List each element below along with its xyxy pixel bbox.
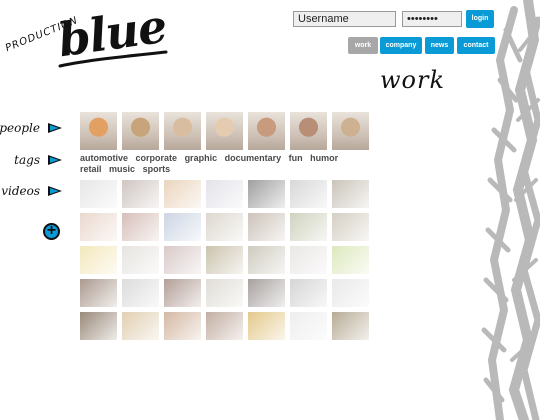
video-thumbnail[interactable]: [164, 180, 201, 208]
video-thumbnail[interactable]: [248, 279, 285, 307]
arrow-right-icon: [48, 155, 62, 165]
video-thumbnail[interactable]: [290, 246, 327, 274]
video-thumbnail[interactable]: [164, 279, 201, 307]
video-thumbnail[interactable]: [164, 213, 201, 241]
username-field[interactable]: [293, 11, 396, 27]
video-thumbnail[interactable]: [248, 180, 285, 208]
tag-link[interactable]: music: [109, 164, 135, 174]
tag-link[interactable]: sports: [143, 164, 171, 174]
person-thumbnail[interactable]: [164, 112, 201, 150]
logo-underline-stroke: [58, 50, 168, 68]
video-thumbnail[interactable]: [80, 246, 117, 274]
video-thumbnail[interactable]: [164, 246, 201, 274]
nav-work-button[interactable]: work: [348, 37, 378, 54]
video-thumbnail[interactable]: [206, 213, 243, 241]
page-title: work: [380, 66, 446, 94]
person-thumbnail[interactable]: [122, 112, 159, 150]
video-thumbnail[interactable]: [290, 279, 327, 307]
arrow-right-icon: [48, 186, 62, 196]
video-thumbnail[interactable]: [290, 213, 327, 241]
nav-news-button[interactable]: news: [425, 37, 454, 54]
person-thumbnail[interactable]: [206, 112, 243, 150]
video-thumbnail[interactable]: [206, 246, 243, 274]
video-thumbnail[interactable]: [122, 279, 159, 307]
video-thumbnail[interactable]: [206, 180, 243, 208]
tag-link[interactable]: automotive: [80, 153, 128, 163]
video-thumbnail[interactable]: [80, 213, 117, 241]
nav-company-button[interactable]: company: [380, 37, 422, 54]
people-thumbnail-row: [80, 112, 370, 150]
login-button[interactable]: login: [466, 10, 494, 28]
sidebar-item-tags[interactable]: tags: [4, 153, 62, 167]
video-thumbnail[interactable]: [164, 312, 201, 340]
video-thumbnail[interactable]: [206, 279, 243, 307]
video-thumbnail[interactable]: [80, 312, 117, 340]
video-thumbnail[interactable]: [122, 312, 159, 340]
video-thumbnail[interactable]: [122, 213, 159, 241]
tag-link[interactable]: fun: [289, 153, 303, 163]
video-thumbnail[interactable]: [122, 180, 159, 208]
video-thumbnail[interactable]: [80, 180, 117, 208]
person-thumbnail[interactable]: [80, 112, 117, 150]
video-thumbnail[interactable]: [290, 312, 327, 340]
nav-contact-button[interactable]: contact: [457, 37, 495, 54]
tag-list: automotive corporate graphic documentary…: [80, 153, 370, 175]
password-field[interactable]: [402, 11, 462, 27]
arrow-right-icon: [48, 123, 62, 133]
person-thumbnail[interactable]: [290, 112, 327, 150]
sidebar-item-label: videos: [1, 184, 40, 198]
video-thumbnail[interactable]: [332, 312, 369, 340]
production-blue-logo[interactable]: PRODUCTION blue: [2, 0, 172, 86]
video-thumbnail[interactable]: [290, 180, 327, 208]
sidebar-item-label: tags: [14, 153, 40, 167]
sidebar-item-people[interactable]: people: [0, 121, 62, 135]
tag-link[interactable]: humor: [310, 153, 338, 163]
tag-link[interactable]: retail: [80, 164, 102, 174]
video-thumbnail[interactable]: [80, 279, 117, 307]
video-thumbnail[interactable]: [332, 180, 369, 208]
sidebar-item-videos[interactable]: videos: [1, 184, 62, 198]
tag-link[interactable]: graphic: [185, 153, 218, 163]
video-thumbnail[interactable]: [122, 246, 159, 274]
video-thumbnail[interactable]: [332, 279, 369, 307]
video-thumbnail-grid: [80, 180, 370, 340]
tag-link[interactable]: corporate: [136, 153, 178, 163]
video-thumbnail[interactable]: [206, 312, 243, 340]
video-thumbnail[interactable]: [332, 246, 369, 274]
plus-icon[interactable]: +: [43, 223, 60, 240]
tag-link[interactable]: documentary: [225, 153, 282, 163]
sidebar-item-label: people: [0, 121, 40, 135]
video-thumbnail[interactable]: [248, 246, 285, 274]
person-thumbnail[interactable]: [248, 112, 285, 150]
video-thumbnail[interactable]: [332, 213, 369, 241]
brush-stroke-decoration: [481, 0, 540, 420]
person-thumbnail[interactable]: [332, 112, 369, 150]
video-thumbnail[interactable]: [248, 312, 285, 340]
video-thumbnail[interactable]: [248, 213, 285, 241]
